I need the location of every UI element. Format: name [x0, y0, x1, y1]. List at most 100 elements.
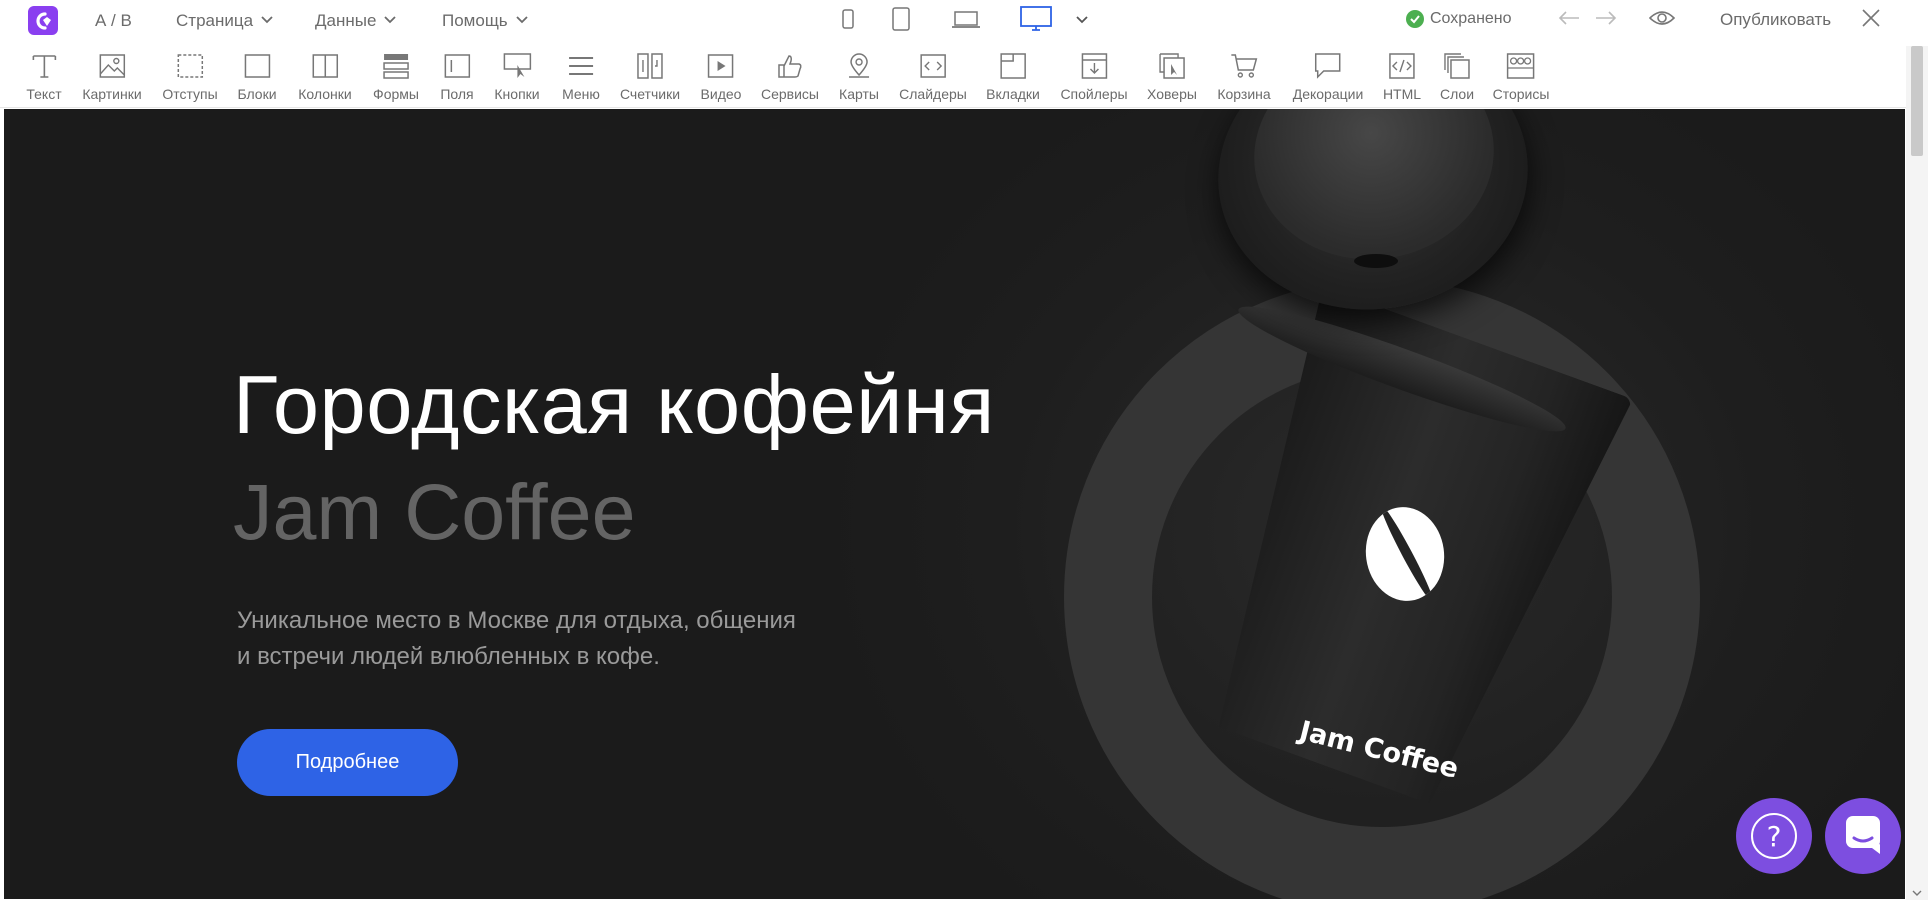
redo-button[interactable] [1592, 7, 1620, 33]
menu-help[interactable]: Помощь [442, 11, 529, 31]
tool-stories-label: Сторисы [1492, 86, 1550, 102]
preview-button[interactable] [1648, 7, 1676, 33]
save-status-label: Сохранено [1430, 10, 1512, 27]
counters-icon [635, 52, 665, 80]
cart-icon [1229, 52, 1259, 80]
chat-icon [1844, 814, 1882, 859]
hero-description-line-1: Уникальное место в Москве для отдыха, об… [237, 607, 796, 634]
block-icon [242, 52, 272, 80]
undo-button[interactable] [1555, 7, 1583, 33]
help-button[interactable]: ? [1736, 798, 1812, 874]
laptop-icon [951, 9, 981, 34]
chevron-down-icon [260, 11, 274, 31]
tool-buttons-label: Кнопки [494, 86, 540, 102]
chat-button[interactable] [1825, 798, 1901, 874]
page-canvas[interactable]: Jam Coffee Городская кофейня Jam Coffee … [4, 109, 1905, 899]
image-icon [97, 52, 127, 80]
tool-stories[interactable]: Сторисы [1492, 52, 1550, 102]
scroll-down-arrow-icon[interactable] [1910, 888, 1924, 898]
spacing-icon [175, 52, 205, 80]
device-desktop-button[interactable] [1019, 5, 1053, 34]
map-pin-icon [844, 52, 874, 80]
tool-video[interactable]: Видео [700, 52, 742, 102]
fields-icon [442, 52, 472, 80]
tool-tabs-label: Вкладки [986, 86, 1040, 102]
html-icon [1387, 52, 1417, 80]
widgets-toolbar: Текст Картинки Отступы Блоки Колонки Фор… [0, 46, 1928, 108]
slider-icon [918, 52, 948, 80]
menu-help-label: Помощь [442, 11, 508, 30]
tool-tabs[interactable]: Вкладки [986, 52, 1040, 102]
scrollbar-thumb[interactable] [1911, 46, 1923, 156]
tool-cart[interactable]: Корзина [1217, 52, 1271, 102]
tool-buttons[interactable]: Кнопки [494, 52, 540, 102]
tool-decorations-label: Декорации [1292, 86, 1364, 102]
help-icon: ? [1751, 813, 1797, 859]
tool-forms[interactable]: Формы [373, 52, 419, 102]
tool-spacing-label: Отступы [162, 86, 218, 102]
tool-services[interactable]: Сервисы [761, 52, 819, 102]
tool-video-label: Видео [700, 86, 742, 102]
tool-spoilers-label: Спойлеры [1060, 86, 1128, 102]
vertical-scrollbar[interactable] [1906, 46, 1928, 900]
decor-icon [1313, 52, 1343, 80]
device-laptop-button[interactable] [950, 8, 982, 34]
tabs-icon [998, 52, 1028, 80]
tool-menu[interactable]: Меню [562, 52, 600, 102]
tool-columns-label: Колонки [298, 86, 352, 102]
tool-columns[interactable]: Колонки [298, 52, 352, 102]
hero-title[interactable]: Городская кофейня [233, 357, 995, 453]
video-icon [706, 52, 736, 80]
stories-icon [1506, 52, 1536, 80]
tool-maps[interactable]: Карты [839, 52, 879, 102]
app-logo[interactable] [28, 6, 58, 35]
tool-sliders[interactable]: Слайдеры [899, 52, 967, 102]
menu-data[interactable]: Данные [315, 11, 397, 31]
tool-text[interactable]: Текст [26, 52, 62, 102]
hero-subtitle[interactable]: Jam Coffee [233, 466, 636, 558]
close-editor-button[interactable] [1857, 7, 1885, 33]
chevron-down-icon [515, 11, 529, 31]
device-tablet-button[interactable] [889, 6, 913, 34]
tool-layers[interactable]: Слои [1440, 52, 1474, 102]
hero-description[interactable]: Уникальное место в Москве для отдыха, об… [237, 603, 857, 675]
tool-decorations[interactable]: Декорации [1292, 52, 1364, 102]
save-status: Сохранено [1406, 10, 1512, 28]
tool-hovers[interactable]: Ховеры [1147, 52, 1197, 102]
more-button[interactable]: Подробнее [237, 729, 458, 796]
button-icon [502, 52, 532, 80]
tool-blocks-label: Блоки [237, 86, 277, 102]
tool-fields-label: Поля [440, 86, 474, 102]
close-icon [1861, 8, 1881, 33]
spoiler-icon [1079, 52, 1109, 80]
publish-button[interactable]: Опубликовать [1720, 10, 1831, 30]
tool-counters[interactable]: Счетчики [620, 52, 680, 102]
tool-spoilers[interactable]: Спойлеры [1060, 52, 1128, 102]
tool-menu-label: Меню [562, 86, 600, 102]
tool-maps-label: Карты [839, 86, 879, 102]
tool-blocks[interactable]: Блоки [237, 52, 277, 102]
tool-spacing[interactable]: Отступы [162, 52, 218, 102]
device-mobile-button[interactable] [838, 8, 858, 34]
chevron-down-icon [383, 11, 397, 31]
eye-icon [1648, 9, 1676, 32]
tool-images[interactable]: Картинки [82, 52, 142, 102]
menu-page[interactable]: Страница [176, 11, 274, 31]
tool-layers-label: Слои [1439, 86, 1475, 102]
check-circle-icon [1406, 10, 1424, 28]
chevron-down-icon [1075, 12, 1089, 31]
arrow-right-icon [1594, 10, 1618, 31]
tool-text-label: Текст [26, 86, 62, 102]
tool-hovers-label: Ховеры [1147, 86, 1197, 102]
tool-forms-label: Формы [373, 86, 419, 102]
device-more-button[interactable] [1074, 8, 1090, 34]
ab-test-button[interactable]: А / В [95, 11, 132, 31]
tool-services-label: Сервисы [760, 86, 820, 102]
tool-html[interactable]: HTML [1383, 52, 1421, 102]
tool-html-label: HTML [1382, 86, 1422, 102]
tool-fields[interactable]: Поля [440, 52, 474, 102]
hero-description-line-2: и встречи людей влюбленных в кофе. [237, 643, 660, 670]
help-label: ? [1766, 819, 1782, 853]
forms-icon [381, 52, 411, 80]
menu-data-label: Данные [315, 11, 377, 30]
